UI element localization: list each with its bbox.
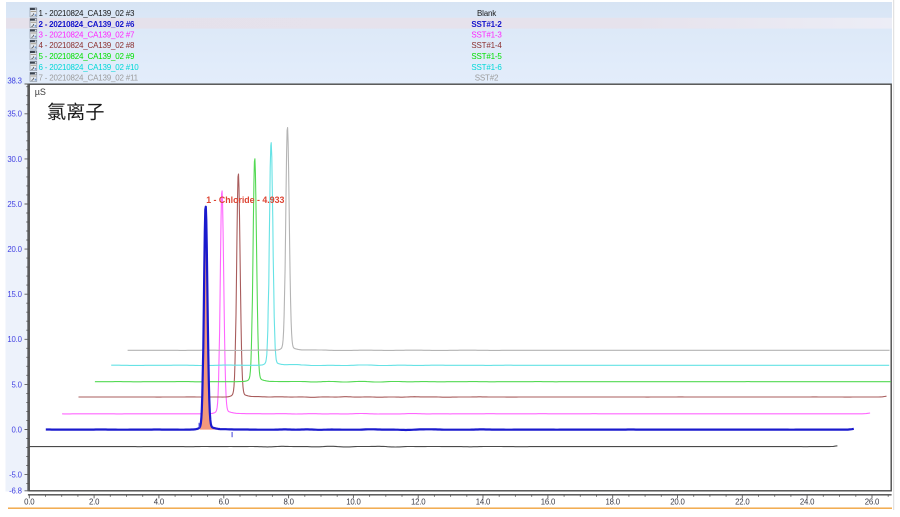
- svg-text:4 - 20210824_CA139_02 #8: 4 - 20210824_CA139_02 #8: [39, 41, 135, 50]
- svg-text:16.0: 16.0: [541, 498, 556, 507]
- svg-text:-5.0: -5.0: [9, 471, 22, 480]
- svg-text:8.0: 8.0: [283, 498, 294, 507]
- svg-text:26.0: 26.0: [865, 498, 880, 507]
- svg-text:24.0: 24.0: [800, 498, 815, 507]
- svg-text:1 - 20210824_CA139_02 #3: 1 - 20210824_CA139_02 #3: [39, 9, 135, 18]
- svg-text:7 - 20210824_CA139_02 #11: 7 - 20210824_CA139_02 #11: [39, 74, 139, 83]
- svg-text:5 - 20210824_CA139_02 #9: 5 - 20210824_CA139_02 #9: [39, 52, 135, 61]
- svg-text:2 - 20210824_CA139_02 #6: 2 - 20210824_CA139_02 #6: [39, 20, 135, 29]
- svg-text:0.0: 0.0: [24, 498, 35, 507]
- svg-text:Blank: Blank: [477, 9, 497, 18]
- svg-text:10.0: 10.0: [346, 498, 361, 507]
- svg-text:SST#1-3: SST#1-3: [471, 31, 502, 40]
- svg-text:14.0: 14.0: [476, 498, 491, 507]
- svg-text:20.0: 20.0: [670, 498, 685, 507]
- svg-text:22.0: 22.0: [735, 498, 750, 507]
- svg-text:SST#1-6: SST#1-6: [471, 63, 502, 72]
- svg-text:6 - 20210824_CA139_02 #10: 6 - 20210824_CA139_02 #10: [39, 63, 140, 72]
- svg-text:µS: µS: [35, 87, 46, 97]
- svg-text:SST#1-2: SST#1-2: [471, 20, 502, 29]
- svg-text:38.3: 38.3: [7, 77, 21, 86]
- svg-text:SST#2: SST#2: [475, 74, 499, 83]
- svg-text:5.0: 5.0: [12, 380, 23, 389]
- svg-text:2.0: 2.0: [89, 498, 100, 507]
- svg-text:10.0: 10.0: [7, 335, 22, 344]
- svg-text:25.0: 25.0: [7, 200, 22, 209]
- svg-text:35.0: 35.0: [7, 110, 22, 119]
- svg-text:30.0: 30.0: [7, 155, 22, 164]
- svg-text:SST#1-5: SST#1-5: [471, 52, 502, 61]
- svg-text:3 - 20210824_CA139_02 #7: 3 - 20210824_CA139_02 #7: [39, 31, 135, 40]
- svg-text:-6.8: -6.8: [9, 487, 22, 496]
- svg-text:6.0: 6.0: [219, 498, 230, 507]
- svg-text:12.0: 12.0: [411, 498, 426, 507]
- svg-text:15.0: 15.0: [7, 290, 22, 299]
- svg-text:18.0: 18.0: [606, 498, 621, 507]
- svg-text:1 - Chloride - 4.933: 1 - Chloride - 4.933: [206, 195, 284, 205]
- svg-text:SST#1-4: SST#1-4: [471, 41, 502, 50]
- svg-text:4.0: 4.0: [154, 498, 165, 507]
- svg-text:0.0: 0.0: [12, 425, 23, 434]
- svg-text:20.0: 20.0: [7, 245, 22, 254]
